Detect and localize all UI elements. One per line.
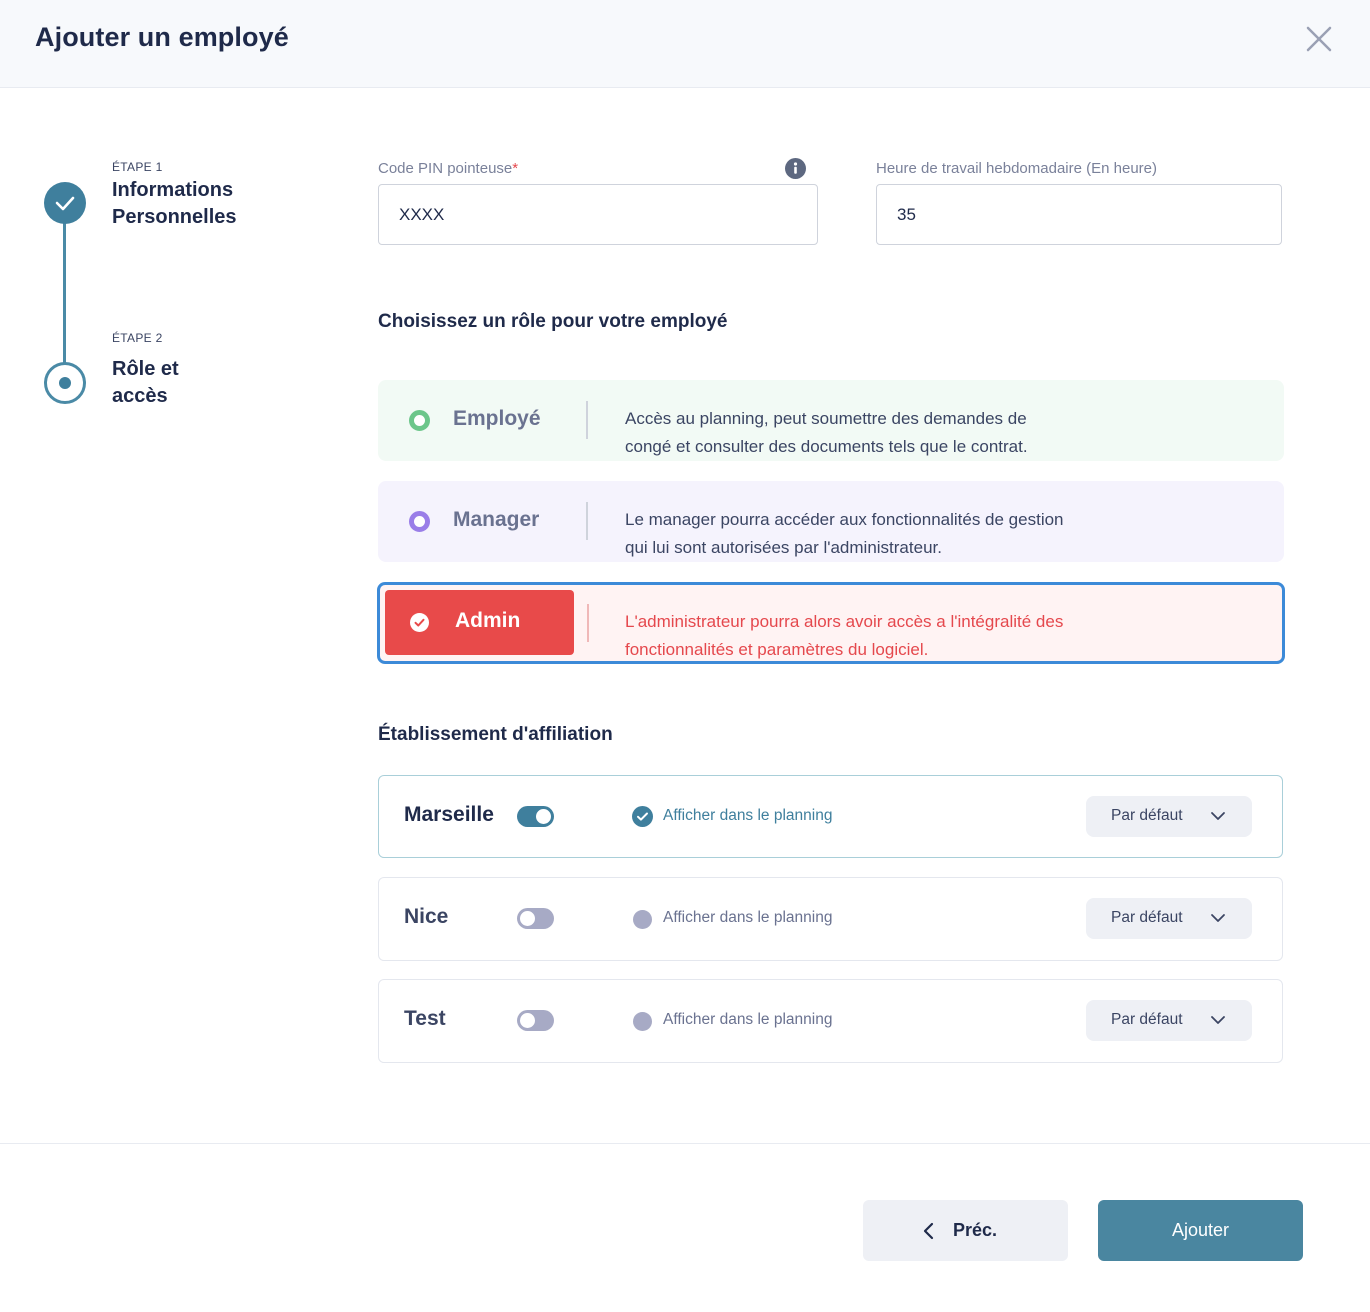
establishment-name: Marseille — [404, 803, 494, 826]
required-mark: * — [512, 160, 519, 177]
role-description-line: L'administrateur pourra alors avoir accè… — [625, 612, 1064, 631]
show-in-planning-label[interactable]: Afficher dans le planning — [663, 1011, 832, 1029]
establishment-toggle[interactable] — [517, 908, 554, 929]
check-circle-icon[interactable] — [632, 806, 653, 827]
establishment-section-title: Établissement d'affiliation — [378, 724, 613, 745]
pin-input[interactable] — [378, 184, 818, 245]
role-description: Accès au planning, peut soumettre des de… — [625, 405, 1145, 461]
submit-button-label: Ajouter — [1171, 1220, 1230, 1240]
divider — [586, 401, 588, 439]
role-level-select[interactable]: Par défaut — [1086, 1000, 1252, 1041]
role-section-title: Choisissez un rôle pour votre employé — [378, 311, 728, 332]
hours-label: Heure de travail hebdomadaire (En heure) — [876, 160, 1157, 177]
pin-label: Code PIN pointeuse* — [378, 160, 518, 177]
chevron-down-icon — [1211, 914, 1225, 922]
step-1-title-line2: Personnelles — [112, 206, 237, 228]
chevron-down-icon — [1211, 1016, 1225, 1024]
divider — [587, 604, 589, 642]
establishment-row-test: Test Afficher dans le planning Par défau… — [378, 979, 1283, 1063]
submit-add-button[interactable]: Ajouter — [1098, 1200, 1303, 1261]
step-2-tag: ÉTAPE 2 — [112, 331, 163, 345]
check-circle-icon — [410, 613, 429, 632]
step-2-title-line1: Rôle et — [112, 358, 179, 380]
establishment-row-nice: Nice Afficher dans le planning Par défau… — [378, 877, 1283, 961]
previous-button[interactable]: Préc. — [863, 1200, 1068, 1261]
role-description-line: Accès au planning, peut soumettre des de… — [625, 409, 1027, 428]
role-description-line: Le manager pourra accéder aux fonctionna… — [625, 510, 1064, 529]
chevron-down-icon — [1211, 812, 1225, 820]
step-1-done-indicator — [44, 182, 86, 224]
unchecked-circle-icon[interactable] — [633, 910, 652, 929]
establishment-toggle[interactable] — [517, 1010, 554, 1031]
radio-icon — [409, 511, 430, 532]
step-2-current-indicator — [44, 362, 86, 404]
previous-button-label: Préc. — [953, 1220, 998, 1240]
divider — [586, 502, 588, 540]
selected-role-pill: Admin — [385, 590, 574, 655]
step-dot-icon — [59, 377, 71, 389]
step-1-tag: ÉTAPE 1 — [112, 160, 163, 174]
footer-divider — [0, 1143, 1370, 1144]
establishment-name: Nice — [404, 905, 449, 928]
role-name: Employé — [453, 407, 541, 430]
select-value: Par défaut — [1111, 1011, 1183, 1028]
role-description-line: fonctionnalités et paramètres du logicie… — [625, 640, 929, 659]
role-description: L'administrateur pourra alors avoir accè… — [625, 608, 1185, 664]
toggle-knob — [520, 911, 535, 926]
radio-icon — [409, 410, 430, 431]
step-2-title-line2: accès — [112, 385, 168, 407]
step-1-title-line1: Informations — [112, 179, 234, 201]
close-icon[interactable] — [1300, 22, 1336, 58]
show-in-planning-label[interactable]: Afficher dans le planning — [663, 909, 832, 927]
select-value: Par défaut — [1111, 807, 1183, 824]
establishment-row-marseille: Marseille Afficher dans le planning Par … — [378, 775, 1283, 858]
establishment-name: Test — [404, 1007, 446, 1030]
pin-label-text: Code PIN pointeuse — [378, 160, 513, 177]
info-icon[interactable] — [785, 158, 806, 179]
weekly-hours-input[interactable] — [876, 184, 1282, 245]
role-option-admin[interactable]: Admin L'administrateur pourra alors avoi… — [377, 582, 1285, 664]
role-level-select[interactable]: Par défaut — [1086, 898, 1252, 939]
role-option-manager[interactable]: Manager Le manager pourra accéder aux fo… — [378, 481, 1284, 562]
role-description-line: qui lui sont autorisées par l'administra… — [625, 538, 942, 557]
role-description-line: congé et consulter des documents tels qu… — [625, 437, 1028, 456]
role-name: Admin — [455, 609, 521, 632]
establishment-toggle[interactable] — [517, 806, 554, 827]
stepper: ÉTAPE 1 Informations Personnelles ÉTAPE … — [0, 88, 340, 488]
toggle-knob — [520, 1013, 535, 1028]
role-name: Manager — [453, 508, 540, 531]
select-value: Par défaut — [1111, 909, 1183, 926]
modal-header: Ajouter un employé — [0, 0, 1370, 88]
role-option-employe[interactable]: Employé Accès au planning, peut soumettr… — [378, 380, 1284, 461]
check-icon — [55, 196, 75, 211]
modal-title: Ajouter un employé — [35, 22, 289, 52]
chevron-left-icon — [923, 1222, 934, 1240]
toggle-knob — [536, 809, 551, 824]
role-level-select[interactable]: Par défaut — [1086, 796, 1252, 837]
unchecked-circle-icon[interactable] — [633, 1012, 652, 1031]
show-in-planning-label[interactable]: Afficher dans le planning — [663, 807, 832, 825]
stepper-connector — [63, 218, 66, 368]
role-description: Le manager pourra accéder aux fonctionna… — [625, 506, 1145, 562]
